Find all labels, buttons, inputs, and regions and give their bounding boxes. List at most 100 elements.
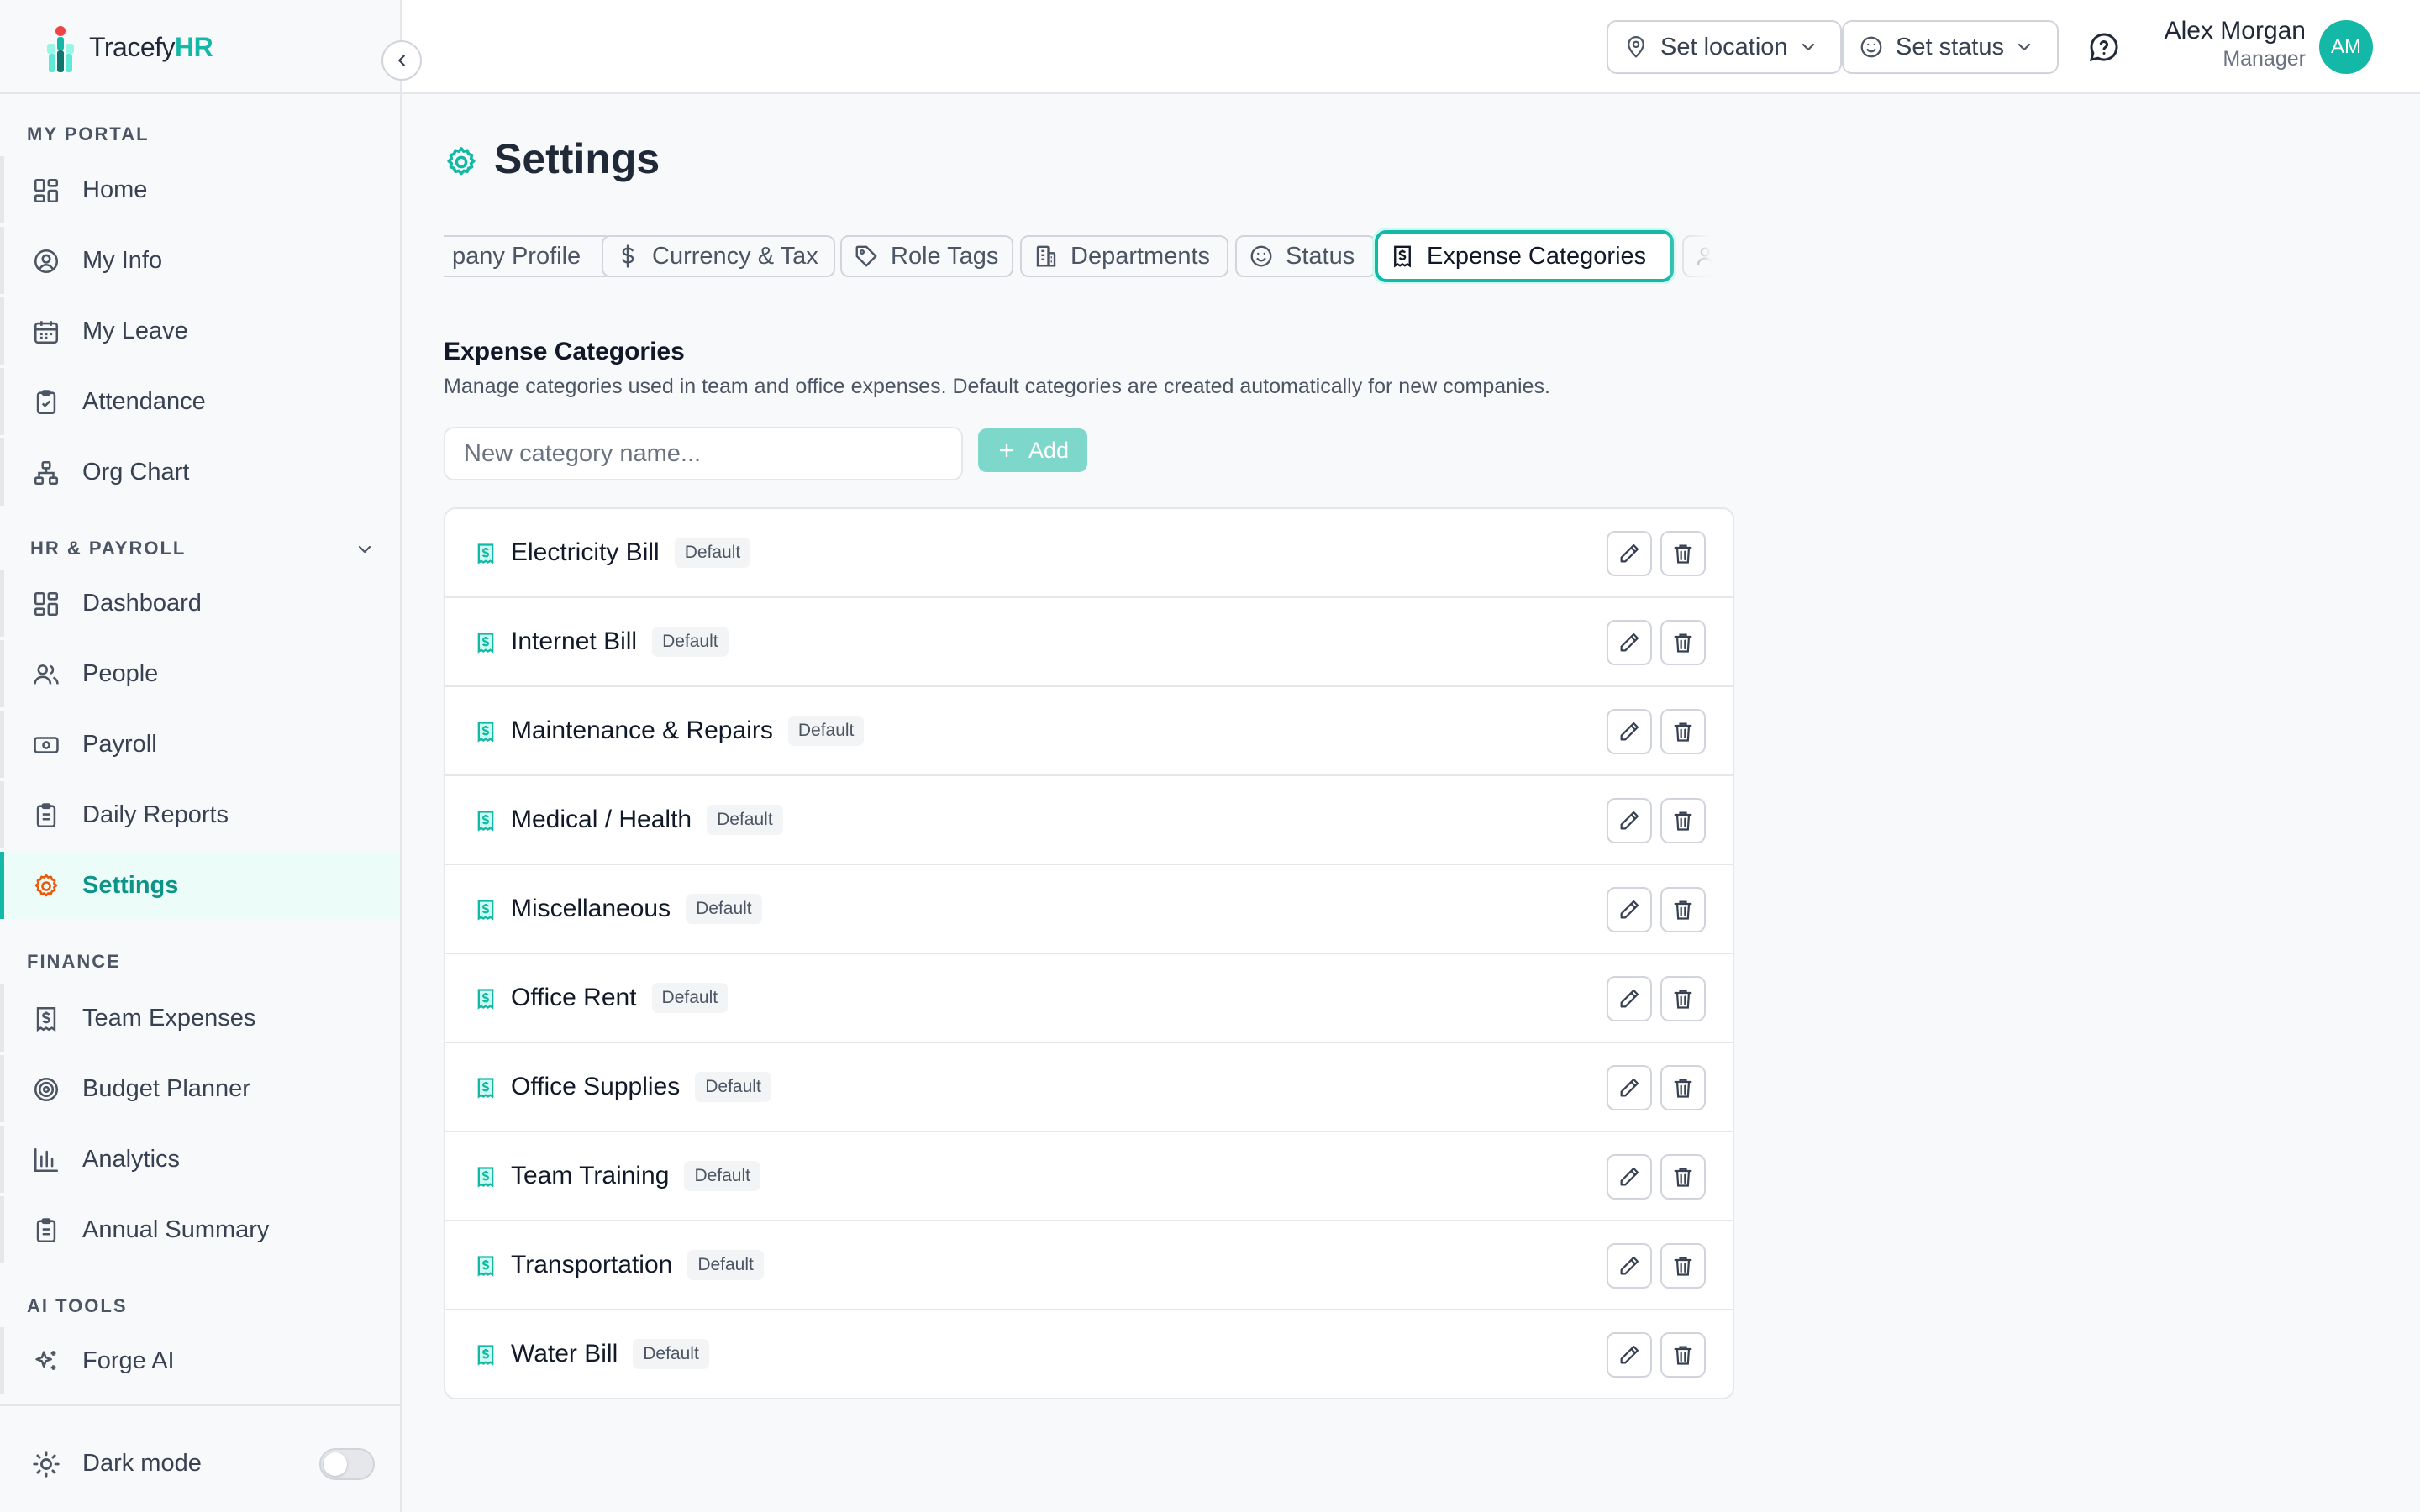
edit-button[interactable] [1607, 1065, 1652, 1110]
delete-button[interactable] [1660, 1332, 1706, 1378]
tab-role-tags[interactable]: Role Tags [840, 235, 1013, 277]
tab-expense-categories[interactable]: Expense Categories [1375, 230, 1674, 282]
new-category-input[interactable] [444, 427, 963, 480]
edit-button[interactable] [1607, 531, 1652, 576]
receipt-icon [477, 633, 494, 654]
building-icon [1036, 245, 1056, 267]
edit-button[interactable] [1607, 620, 1652, 665]
target-icon [34, 1077, 59, 1102]
list-item: Office Rent Default [445, 954, 1733, 1043]
sidebar-item-home[interactable]: Home [0, 156, 400, 223]
category-info: Miscellaneous Default [511, 865, 762, 953]
dark-mode-toggle[interactable] [319, 1448, 375, 1480]
trash-icon [1674, 1257, 1692, 1276]
tab-departments[interactable]: Departments [1020, 235, 1228, 277]
edit-button[interactable] [1607, 798, 1652, 843]
sidebar-item-people[interactable]: People [0, 640, 400, 707]
sidebar-item-my-info[interactable]: My Info [0, 227, 400, 294]
sidebar-item-budget-planner[interactable]: Budget Planner [0, 1055, 400, 1122]
clipboard-check-icon [36, 390, 56, 415]
edit-button[interactable] [1607, 976, 1652, 1021]
chevron-down-icon[interactable] [355, 539, 375, 559]
tag-icon [855, 245, 877, 267]
receipt-icon [477, 989, 494, 1010]
tab-label: Currency & Tax [652, 242, 818, 270]
category-info: Internet Bill Default [511, 598, 729, 685]
sidebar-item-label: Attendance [82, 387, 206, 415]
sidebar-item-daily-reports[interactable]: Daily Reports [0, 781, 400, 848]
edit-button[interactable] [1607, 709, 1652, 754]
sidebar-item-settings[interactable]: Settings [0, 852, 400, 919]
pencil-icon [1620, 1256, 1639, 1275]
bar-chart-icon [34, 1147, 59, 1173]
list-item: Electricity Bill Default [445, 509, 1733, 598]
list-item: Medical / Health Default [445, 776, 1733, 865]
list-item: Internet Bill Default [445, 598, 1733, 687]
add-category-button[interactable]: Add [978, 428, 1087, 472]
tab-currency-tax[interactable]: Currency & Tax [602, 235, 835, 277]
list-item: Water Bill Default [445, 1310, 1733, 1398]
settings-tabs: pany Profile Currency & Tax Role Tags De… [444, 228, 1733, 284]
sidebar-item-analytics[interactable]: Analytics [0, 1126, 400, 1193]
clipboard-icon [36, 1218, 56, 1243]
delete-button[interactable] [1660, 887, 1706, 932]
clipboard-icon [36, 803, 56, 828]
delete-button[interactable] [1660, 620, 1706, 665]
edit-button[interactable] [1607, 1243, 1652, 1289]
delete-button[interactable] [1660, 531, 1706, 576]
section-description: Manage categories used in team and offic… [444, 375, 1550, 398]
sidebar-item-label: Home [82, 176, 148, 203]
default-badge: Default [684, 1161, 760, 1191]
delete-button[interactable] [1660, 1154, 1706, 1200]
plus-icon [999, 443, 1014, 458]
default-badge: Default [686, 894, 762, 924]
pencil-icon [1620, 633, 1639, 652]
pencil-icon [1620, 1078, 1639, 1097]
default-badge: Default [633, 1339, 709, 1369]
sidebar-item-forge-ai[interactable]: Forge AI [0, 1327, 400, 1394]
set-location-label: Set location [1660, 33, 1788, 60]
sidebar-item-label: Forge AI [82, 1347, 175, 1374]
sidebar-item-my-leave[interactable]: My Leave [0, 297, 400, 365]
sidebar-item-label: Settings [82, 871, 179, 899]
delete-button[interactable] [1660, 976, 1706, 1021]
tab-label: Departments [1071, 242, 1211, 270]
tab-company-profile[interactable]: pany Profile [444, 235, 613, 277]
trash-icon [1674, 811, 1692, 831]
pencil-icon [1620, 989, 1639, 1008]
category-info: Maintenance & Repairs Default [511, 687, 865, 774]
set-status-button[interactable]: Set status [1842, 20, 2059, 74]
pencil-icon [1620, 1345, 1639, 1364]
list-item: Transportation Default [445, 1221, 1733, 1310]
tabs-scroll-fade [1665, 228, 1733, 284]
delete-button[interactable] [1660, 709, 1706, 754]
receipt-icon [1394, 245, 1411, 268]
section-title-finance: FINANCE [27, 951, 121, 972]
delete-button[interactable] [1660, 1065, 1706, 1110]
default-badge: Default [695, 1072, 771, 1102]
delete-button[interactable] [1660, 1243, 1706, 1289]
sidebar-item-attendance[interactable]: Attendance [0, 368, 400, 435]
sidebar-item-payroll[interactable]: Payroll [0, 711, 400, 778]
grid-icon [34, 591, 59, 617]
tab-status[interactable]: Status [1235, 235, 1376, 277]
help-chat-icon[interactable] [2087, 30, 2121, 64]
edit-button[interactable] [1607, 887, 1652, 932]
set-location-button[interactable]: Set location [1607, 20, 1842, 74]
map-pin-icon [1628, 36, 1644, 58]
category-name: Water Bill [511, 1340, 618, 1368]
sidebar-item-org-chart[interactable]: Org Chart [0, 438, 400, 506]
sidebar-item-dashboard[interactable]: Dashboard [0, 570, 400, 637]
brand-name: TracefyHR [89, 32, 213, 62]
sidebar-item-label: Payroll [82, 730, 157, 758]
edit-button[interactable] [1607, 1332, 1652, 1378]
pencil-icon [1620, 543, 1639, 563]
sidebar-item-annual-summary[interactable]: Annual Summary [0, 1196, 400, 1263]
avatar[interactable]: AM [2319, 20, 2373, 74]
sidebar-item-team-expenses[interactable]: Team Expenses [0, 984, 400, 1052]
delete-button[interactable] [1660, 798, 1706, 843]
collapse-sidebar-button[interactable] [381, 40, 422, 81]
edit-button[interactable] [1607, 1154, 1652, 1200]
section-title-ai-tools: AI TOOLS [27, 1295, 128, 1316]
list-item: Office Supplies Default [445, 1043, 1733, 1132]
